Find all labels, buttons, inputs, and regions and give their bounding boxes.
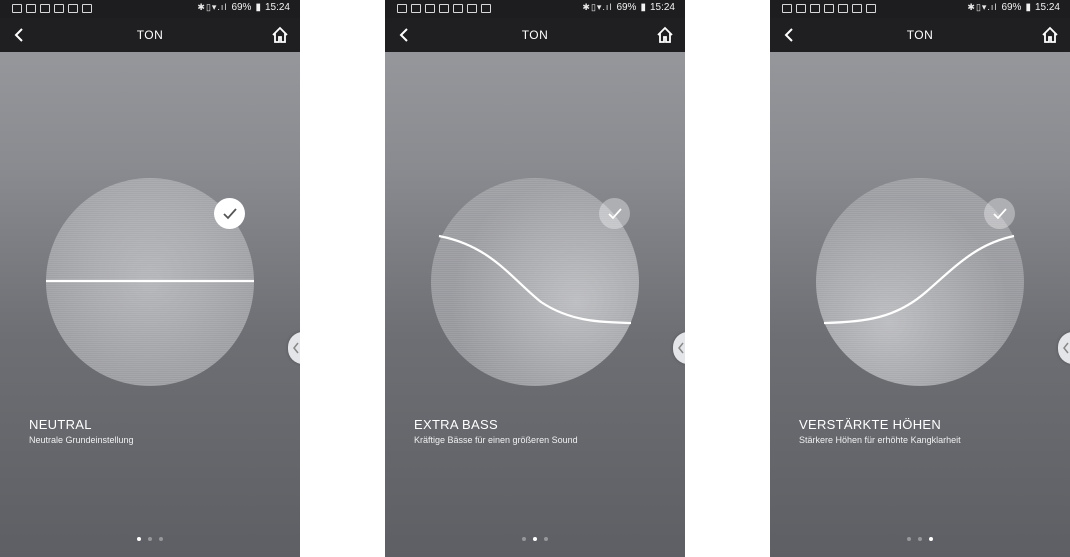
- checkmark-icon: [992, 207, 1007, 219]
- mode-description: Neutrale Grundeinstellung: [29, 435, 134, 445]
- page-dot-2: [148, 537, 152, 541]
- calendar-icon: [12, 4, 22, 13]
- system-status: ✱▯▾.ıl 69% ▮ 15:24: [967, 2, 1060, 13]
- status-bar: ✱▯▾.ıl 69% ▮ 15:24: [385, 0, 685, 18]
- battery-icon: ▮: [1025, 2, 1031, 13]
- message-icon: [453, 4, 463, 13]
- message-icon: [68, 4, 78, 13]
- phone-screen-treble: ✱▯▾.ıl 69% ▮ 15:24 TON VERSTÄRKTE HÖHEN …: [770, 0, 1070, 557]
- bluetooth-wifi-signal-icons: ✱▯▾.ıl: [197, 2, 228, 12]
- phone-screen-extra-bass: ✱▯▾.ıl 69% ▮ 15:24 TON EXTRA BASS Kräfti…: [385, 0, 685, 557]
- page-dot-3: [159, 537, 163, 541]
- app-icon: [467, 4, 477, 13]
- home-button[interactable]: [270, 25, 290, 45]
- select-check-button[interactable]: [599, 198, 630, 229]
- settings-icon: [54, 4, 64, 13]
- page-dot-1: [522, 537, 526, 541]
- next-page-handle[interactable]: [673, 332, 685, 364]
- mode-title: NEUTRAL: [29, 417, 92, 432]
- battery-level: 69%: [616, 2, 637, 13]
- battery-icon: ▮: [640, 2, 646, 13]
- settings-icon: [439, 4, 449, 13]
- page-dot-1: [907, 537, 911, 541]
- clock: 15:24: [649, 2, 675, 13]
- calendar-icon: [782, 4, 792, 13]
- status-bar: ✱▯▾.ıl 69% ▮ 15:24: [0, 0, 300, 18]
- mode-title: EXTRA BASS: [414, 417, 498, 432]
- bluetooth-wifi-signal-icons: ✱▯▾.ıl: [582, 2, 613, 12]
- message-icon: [838, 4, 848, 13]
- app-icon: [866, 4, 876, 13]
- select-check-button[interactable]: [984, 198, 1015, 229]
- battery-level: 69%: [1001, 2, 1022, 13]
- app-icon: [82, 4, 92, 13]
- bluetooth-wifi-signal-icons: ✱▯▾.ıl: [967, 2, 998, 12]
- system-status: ✱▯▾.ıl 69% ▮ 15:24: [197, 2, 290, 13]
- page-dot-2: [918, 537, 922, 541]
- notification-icons: [397, 4, 491, 13]
- app-icon: [481, 4, 491, 13]
- system-status: ✱▯▾.ıl 69% ▮ 15:24: [582, 2, 675, 13]
- settings-icon: [824, 4, 834, 13]
- page-indicator: [0, 537, 300, 541]
- page-dot-2: [533, 537, 537, 541]
- gallery-icon: [26, 4, 36, 13]
- page-dot-3: [929, 537, 933, 541]
- page-indicator: [770, 537, 1070, 541]
- status-bar: ✱▯▾.ıl 69% ▮ 15:24: [770, 0, 1070, 18]
- app-icon: [852, 4, 862, 13]
- phone-screen-neutral: ✱▯▾.ıl 69% ▮ 15:24 TON NEUTRAL Neutrale …: [0, 0, 300, 557]
- gallery-icon: [810, 4, 820, 13]
- mode-description: Stärkere Höhen für erhöhte Kangklarheit: [799, 435, 961, 445]
- notification-icons: [12, 4, 92, 13]
- chevron-left-icon: [678, 342, 684, 354]
- app-bar: TON: [0, 18, 300, 52]
- calendar-icon: [397, 4, 407, 13]
- page-title: TON: [906, 28, 934, 42]
- gallery-icon: [425, 4, 435, 13]
- gallery-icon: [40, 4, 50, 13]
- page-title: TON: [521, 28, 549, 42]
- battery-level: 69%: [231, 2, 252, 13]
- notification-icons: [782, 4, 876, 13]
- next-page-handle[interactable]: [288, 332, 300, 364]
- page-dot-1: [137, 537, 141, 541]
- app-bar: TON: [770, 18, 1070, 52]
- selected-check-button[interactable]: [214, 198, 245, 229]
- chevron-left-icon: [1063, 342, 1069, 354]
- chevron-left-icon: [293, 342, 299, 354]
- checkmark-icon: [607, 207, 622, 219]
- page-title: TON: [136, 28, 164, 42]
- gallery-icon: [411, 4, 421, 13]
- app-bar: TON: [385, 18, 685, 52]
- next-page-handle[interactable]: [1058, 332, 1070, 364]
- page-dot-3: [544, 537, 548, 541]
- clock: 15:24: [1034, 2, 1060, 13]
- home-button[interactable]: [655, 25, 675, 45]
- battery-icon: ▮: [255, 2, 261, 13]
- page-indicator: [385, 537, 685, 541]
- gallery-icon: [796, 4, 806, 13]
- mode-description: Kräftige Bässe für einen größeren Sound: [414, 435, 578, 445]
- clock: 15:24: [264, 2, 290, 13]
- checkmark-icon: [222, 207, 237, 219]
- home-button[interactable]: [1040, 25, 1060, 45]
- mode-title: VERSTÄRKTE HÖHEN: [799, 417, 942, 432]
